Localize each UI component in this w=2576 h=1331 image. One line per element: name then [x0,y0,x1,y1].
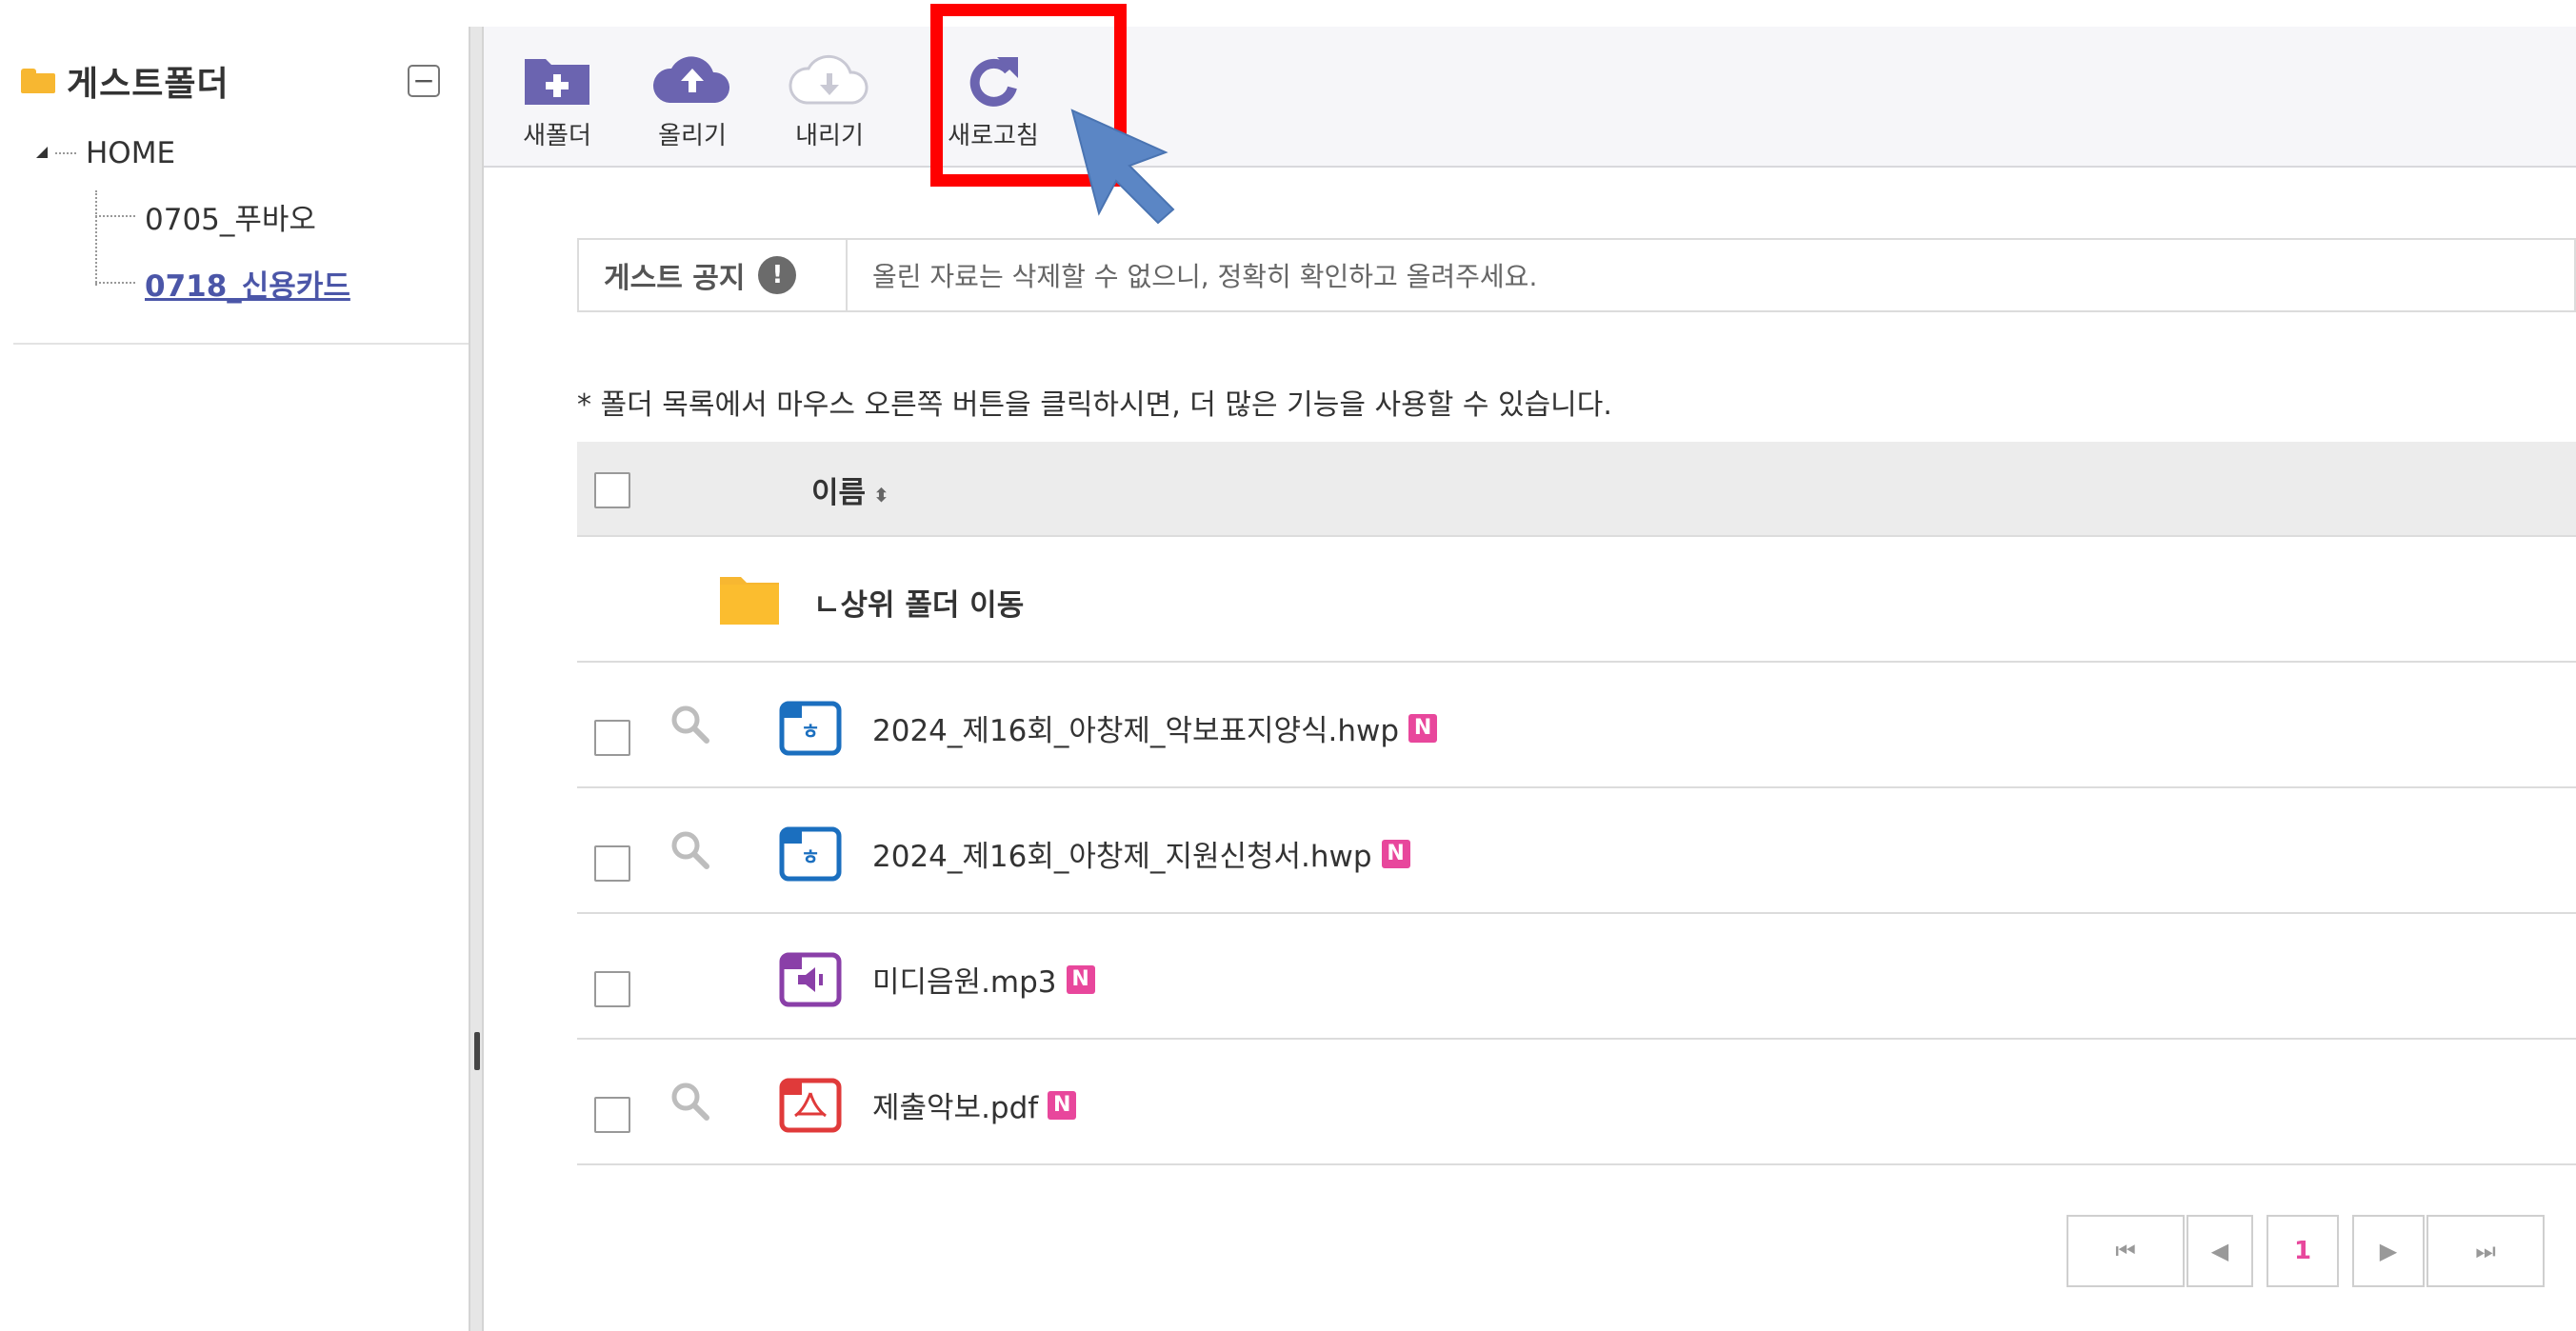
name-column-header[interactable]: 이름 ⬍ [811,468,889,511]
panel-splitter[interactable] [469,27,484,1331]
page-number-1[interactable]: 1 [2266,1215,2339,1287]
tree-connector [95,190,97,286]
new-badge: N [1066,964,1095,994]
hwp-file-icon: ㅎ [779,701,842,756]
tree-item-0718[interactable]: 0718_신용카드 [95,259,350,307]
new-badge: N [1408,713,1438,743]
file-name-link[interactable]: 미디음원.mp3 N [872,958,1095,1001]
sidebar: 게스트폴더 − HOME 0705_푸바오 0718_신용카드 [0,0,469,1331]
preview-search-icon[interactable] [669,703,710,745]
new-badge: N [1381,839,1410,868]
row-checkbox[interactable] [594,720,630,756]
svg-text:ㅎ: ㅎ [801,721,820,745]
pdf-file-icon [779,1078,842,1133]
first-page-button[interactable]: ⏮ [2067,1215,2185,1287]
select-all-checkbox[interactable] [594,472,630,508]
upload-cloud-icon [649,50,735,109]
exclamation-icon: ! [758,256,797,294]
download-button[interactable]: 내리기 [777,50,882,164]
pagination: ⏮ ◀ 1 ▶ ⏭ [2067,1215,2545,1287]
svg-text:ㅎ: ㅎ [801,846,820,870]
file-name-link[interactable]: 2024_제16회_아창제_악보표지양식.hwp N [872,706,1438,749]
sidebar-header: 게스트폴더 [21,57,230,105]
parent-folder-link[interactable]: ㄴ상위 폴더 이동 [813,581,1024,624]
table-row[interactable]: ㅎ 2024_제16회_아창제_악보표지양식.hwp N [577,663,2576,788]
download-cloud-icon [787,50,872,109]
table-row[interactable]: ㅎ 2024_제16회_아창제_지원신청서.hwp N [577,788,2576,914]
preview-search-icon[interactable] [669,828,710,870]
collapse-button[interactable]: − [408,65,440,97]
audio-file-icon [779,952,842,1007]
hwp-file-icon: ㅎ [779,826,842,882]
sidebar-title: 게스트폴더 [67,65,230,104]
file-name-link[interactable]: 제출악보.pdf N [872,1083,1077,1126]
table-header: 이름 ⬍ [577,442,2576,537]
folder-icon [718,571,781,630]
notice-text: 올린 자료는 삭제할 수 없으니, 정확히 확인하고 올려주세요. [872,261,1538,292]
tree-item-home[interactable]: HOME [36,129,175,177]
notice-title: 게스트 공지 ! [579,240,848,310]
context-menu-hint: * 폴더 목록에서 마우스 오른쪽 버튼을 클릭하시면, 더 많은 기능을 사용… [577,388,1612,422]
table-row[interactable]: 미디음원.mp3 N [577,914,2576,1040]
row-checkbox[interactable] [594,1097,630,1133]
new-folder-button[interactable]: 새폴더 [505,50,609,164]
sort-icon[interactable]: ⬍ [873,484,889,507]
folder-icon [21,69,55,93]
file-name-link[interactable]: 2024_제16회_아창제_지원신청서.hwp N [872,832,1410,875]
table-row[interactable]: 제출악보.pdf N [577,1040,2576,1165]
tree-expand-icon[interactable] [36,147,50,160]
guest-notice: 게스트 공지 ! 올린 자료는 삭제할 수 없으니, 정확히 확인하고 올려주세… [577,238,2576,312]
row-checkbox[interactable] [594,971,630,1007]
sidebar-divider [13,343,469,345]
toolbar: 새폴더 올리기 내리기 새로고침 [484,27,2576,168]
parent-folder-row[interactable]: ㄴ상위 폴더 이동 [577,537,2576,663]
new-badge: N [1048,1090,1077,1120]
mouse-pointer-icon [1067,105,1181,228]
splitter-grip[interactable] [474,1032,480,1070]
new-folder-icon [514,50,600,109]
prev-page-button[interactable]: ◀ [2187,1215,2253,1287]
preview-search-icon[interactable] [669,1080,710,1122]
row-checkbox[interactable] [594,845,630,882]
next-page-button[interactable]: ▶ [2352,1215,2425,1287]
last-page-button[interactable]: ⏭ [2426,1215,2545,1287]
upload-button[interactable]: 올리기 [640,50,745,164]
main-panel: 새폴더 올리기 내리기 새로고침 게스트 공지 ! 올린 자료는 삭제할 수 없… [484,27,2576,1331]
tree-item-0705[interactable]: 0705_푸바오 [95,192,316,240]
